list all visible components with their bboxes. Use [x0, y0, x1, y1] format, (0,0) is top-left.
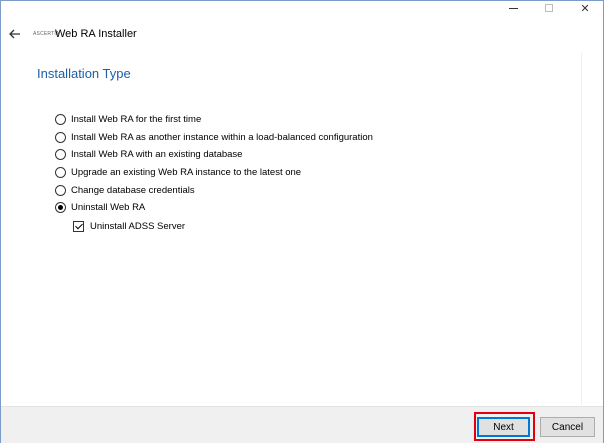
checkbox-label: Uninstall ADSS Server	[90, 221, 186, 233]
minimize-icon	[508, 8, 518, 9]
close-icon: ✕	[580, 1, 590, 15]
minimize-button[interactable]	[495, 1, 531, 15]
restore-button[interactable]	[531, 1, 567, 15]
close-button[interactable]: ✕	[567, 1, 603, 15]
option-load-balanced[interactable]: Install Web RA as another instance withi…	[55, 129, 373, 147]
main-content: Installation Type Install Web RA for the…	[22, 53, 582, 405]
window-controls: ✕	[495, 1, 603, 15]
installation-type-options: Install Web RA for the first time Instal…	[55, 111, 373, 236]
option-upgrade[interactable]: Upgrade an existing Web RA instance to t…	[55, 164, 373, 182]
option-label: Install Web RA for the first time	[71, 114, 202, 126]
option-uninstall[interactable]: Uninstall Web RA	[55, 199, 373, 217]
uninstall-adss-checkbox[interactable]	[73, 221, 84, 233]
window-title: Web RA Installer	[55, 28, 137, 40]
installer-window: ✕ ASCERTIA Web RA Installer Installation…	[0, 0, 604, 443]
option-change-credentials[interactable]: Change database credentials	[55, 181, 373, 199]
page-title: Installation Type	[37, 66, 131, 81]
radio-button[interactable]	[55, 114, 66, 126]
option-first-time[interactable]: Install Web RA for the first time	[55, 111, 373, 129]
cancel-button[interactable]: Cancel	[540, 417, 595, 437]
radio-button[interactable]	[55, 149, 66, 161]
option-label: Upgrade an existing Web RA instance to t…	[71, 167, 302, 179]
option-label: Install Web RA as another instance withi…	[71, 131, 373, 143]
uninstall-adss-server-option[interactable]: Uninstall ADSS Server	[73, 218, 373, 236]
back-arrow-icon[interactable]	[9, 27, 23, 41]
radio-button-selected[interactable]	[55, 202, 66, 214]
radio-button[interactable]	[55, 184, 66, 196]
radio-button[interactable]	[55, 131, 66, 143]
option-label: Uninstall Web RA	[71, 202, 146, 214]
next-button[interactable]: Next	[477, 417, 530, 437]
app-logo: ASCERTIA	[33, 31, 60, 37]
radio-button[interactable]	[55, 167, 66, 179]
titlebar: ASCERTIA Web RA Installer	[1, 22, 603, 46]
option-existing-database[interactable]: Install Web RA with an existing database	[55, 146, 373, 164]
option-label: Change database credentials	[71, 184, 195, 196]
option-label: Install Web RA with an existing database	[71, 149, 243, 161]
restore-icon	[545, 4, 553, 12]
